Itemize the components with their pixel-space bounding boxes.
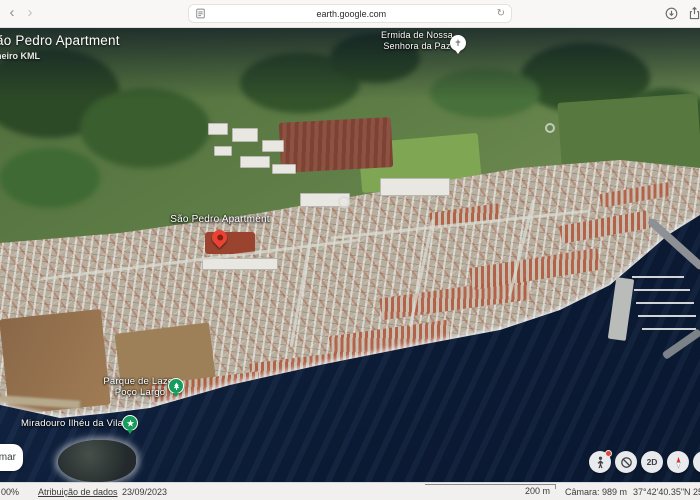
map-warehouse [232,128,258,142]
zoom-percent: 00% [1,487,19,497]
map-quay [608,277,634,341]
map-roofs [329,320,451,362]
park-tree-icon[interactable] [168,378,184,394]
map-industrial-field [279,117,393,173]
map-roofs [469,248,601,290]
map-forest [80,88,210,168]
map-dock [642,328,696,330]
map-warehouse [272,164,296,174]
pegman-button[interactable] [589,451,611,473]
map-forest [0,148,100,208]
map-forest [240,53,360,113]
red-map-pin-icon[interactable] [209,227,230,248]
map-field-brown [0,309,111,415]
map-greenhouse [380,178,450,196]
reader-icon[interactable] [194,7,207,20]
clipped-control-button[interactable] [693,451,700,473]
pegman-notification-dot [605,450,612,457]
kml-title: ão Pedro Apartment [0,33,120,48]
map-warehouse [208,123,228,135]
map-forest [520,43,650,113]
downloads-icon[interactable] [664,6,679,21]
map-town [0,28,700,482]
camera-altitude: Câmara: 989 m [565,487,627,497]
map-breakwater [647,217,700,271]
map-road [508,199,535,297]
map-warehouse [262,140,284,152]
slashed-circle-button[interactable] [615,451,637,473]
address-bar[interactable]: earth.google.com ↻ [188,4,512,23]
map-roofs [429,203,501,229]
map-dock [634,289,690,291]
map-road [409,219,434,327]
map-shore-rocks [0,395,80,409]
2d-button[interactable]: 2D [641,451,663,473]
map-forest [0,48,120,138]
map-ocean-wrap [0,28,700,482]
reload-icon[interactable]: ↻ [497,8,505,19]
map-dock [632,276,684,278]
close-button-partial[interactable]: mar [0,444,23,471]
map-roofs [249,353,341,384]
screenshot: ‹ › earth.google.com ↻ [0,0,700,500]
map-dock [636,302,694,304]
back-button[interactable]: ‹ [4,4,20,21]
viewpoint-star-icon[interactable] [122,415,138,431]
map-roundabout [338,196,350,208]
map-road [331,209,590,239]
poi-label-miradouro[interactable]: Miradouro Ilhéu da Vila [20,418,124,429]
attribution-link[interactable]: Atribuição de dados [38,487,118,497]
map-warehouse [214,146,232,156]
map-field [468,173,582,227]
map-roundabout [545,123,555,133]
map-dock [638,315,696,317]
coordinates: 37°42'40.35"N 25°26'12.7 [633,487,700,497]
url-text: earth.google.com [212,9,491,19]
map-greenhouse [300,193,350,207]
map-warehouse [240,156,270,168]
church-pin-icon[interactable] [450,35,466,51]
scale-label: 200 m [500,486,550,496]
map-field [557,93,700,183]
map-forest [430,68,540,118]
map-artwork [0,28,700,482]
map-forest [610,88,700,178]
compass-button[interactable] [667,451,689,473]
forward-button[interactable]: › [22,4,38,21]
poi-label-sao-pedro[interactable]: São Pedro Apartment [160,214,280,225]
map-road [41,239,359,280]
map-field [358,133,482,193]
imagery-date: 23/09/2023 [122,487,167,497]
earth-viewport[interactable]: ão Pedro Apartment heiro KML Ermida de N… [0,28,700,482]
scale-bar [425,484,556,485]
map-roofs [559,210,651,243]
map-ocean [0,28,700,482]
scale-bar-tick [555,484,556,489]
map-field [0,253,112,322]
map-roofs [599,182,670,208]
map-roofs [379,278,531,321]
status-bar: 00% Atribuição de dados 23/09/2023 200 m… [0,482,700,500]
map-building-row [202,258,278,270]
map-islet [58,440,136,482]
map-breakwater [662,328,700,360]
map-road [290,229,313,348]
kml-subtitle: heiro KML [0,51,40,61]
share-icon[interactable] [687,6,700,21]
browser-toolbar: ‹ › earth.google.com ↻ [0,0,700,28]
